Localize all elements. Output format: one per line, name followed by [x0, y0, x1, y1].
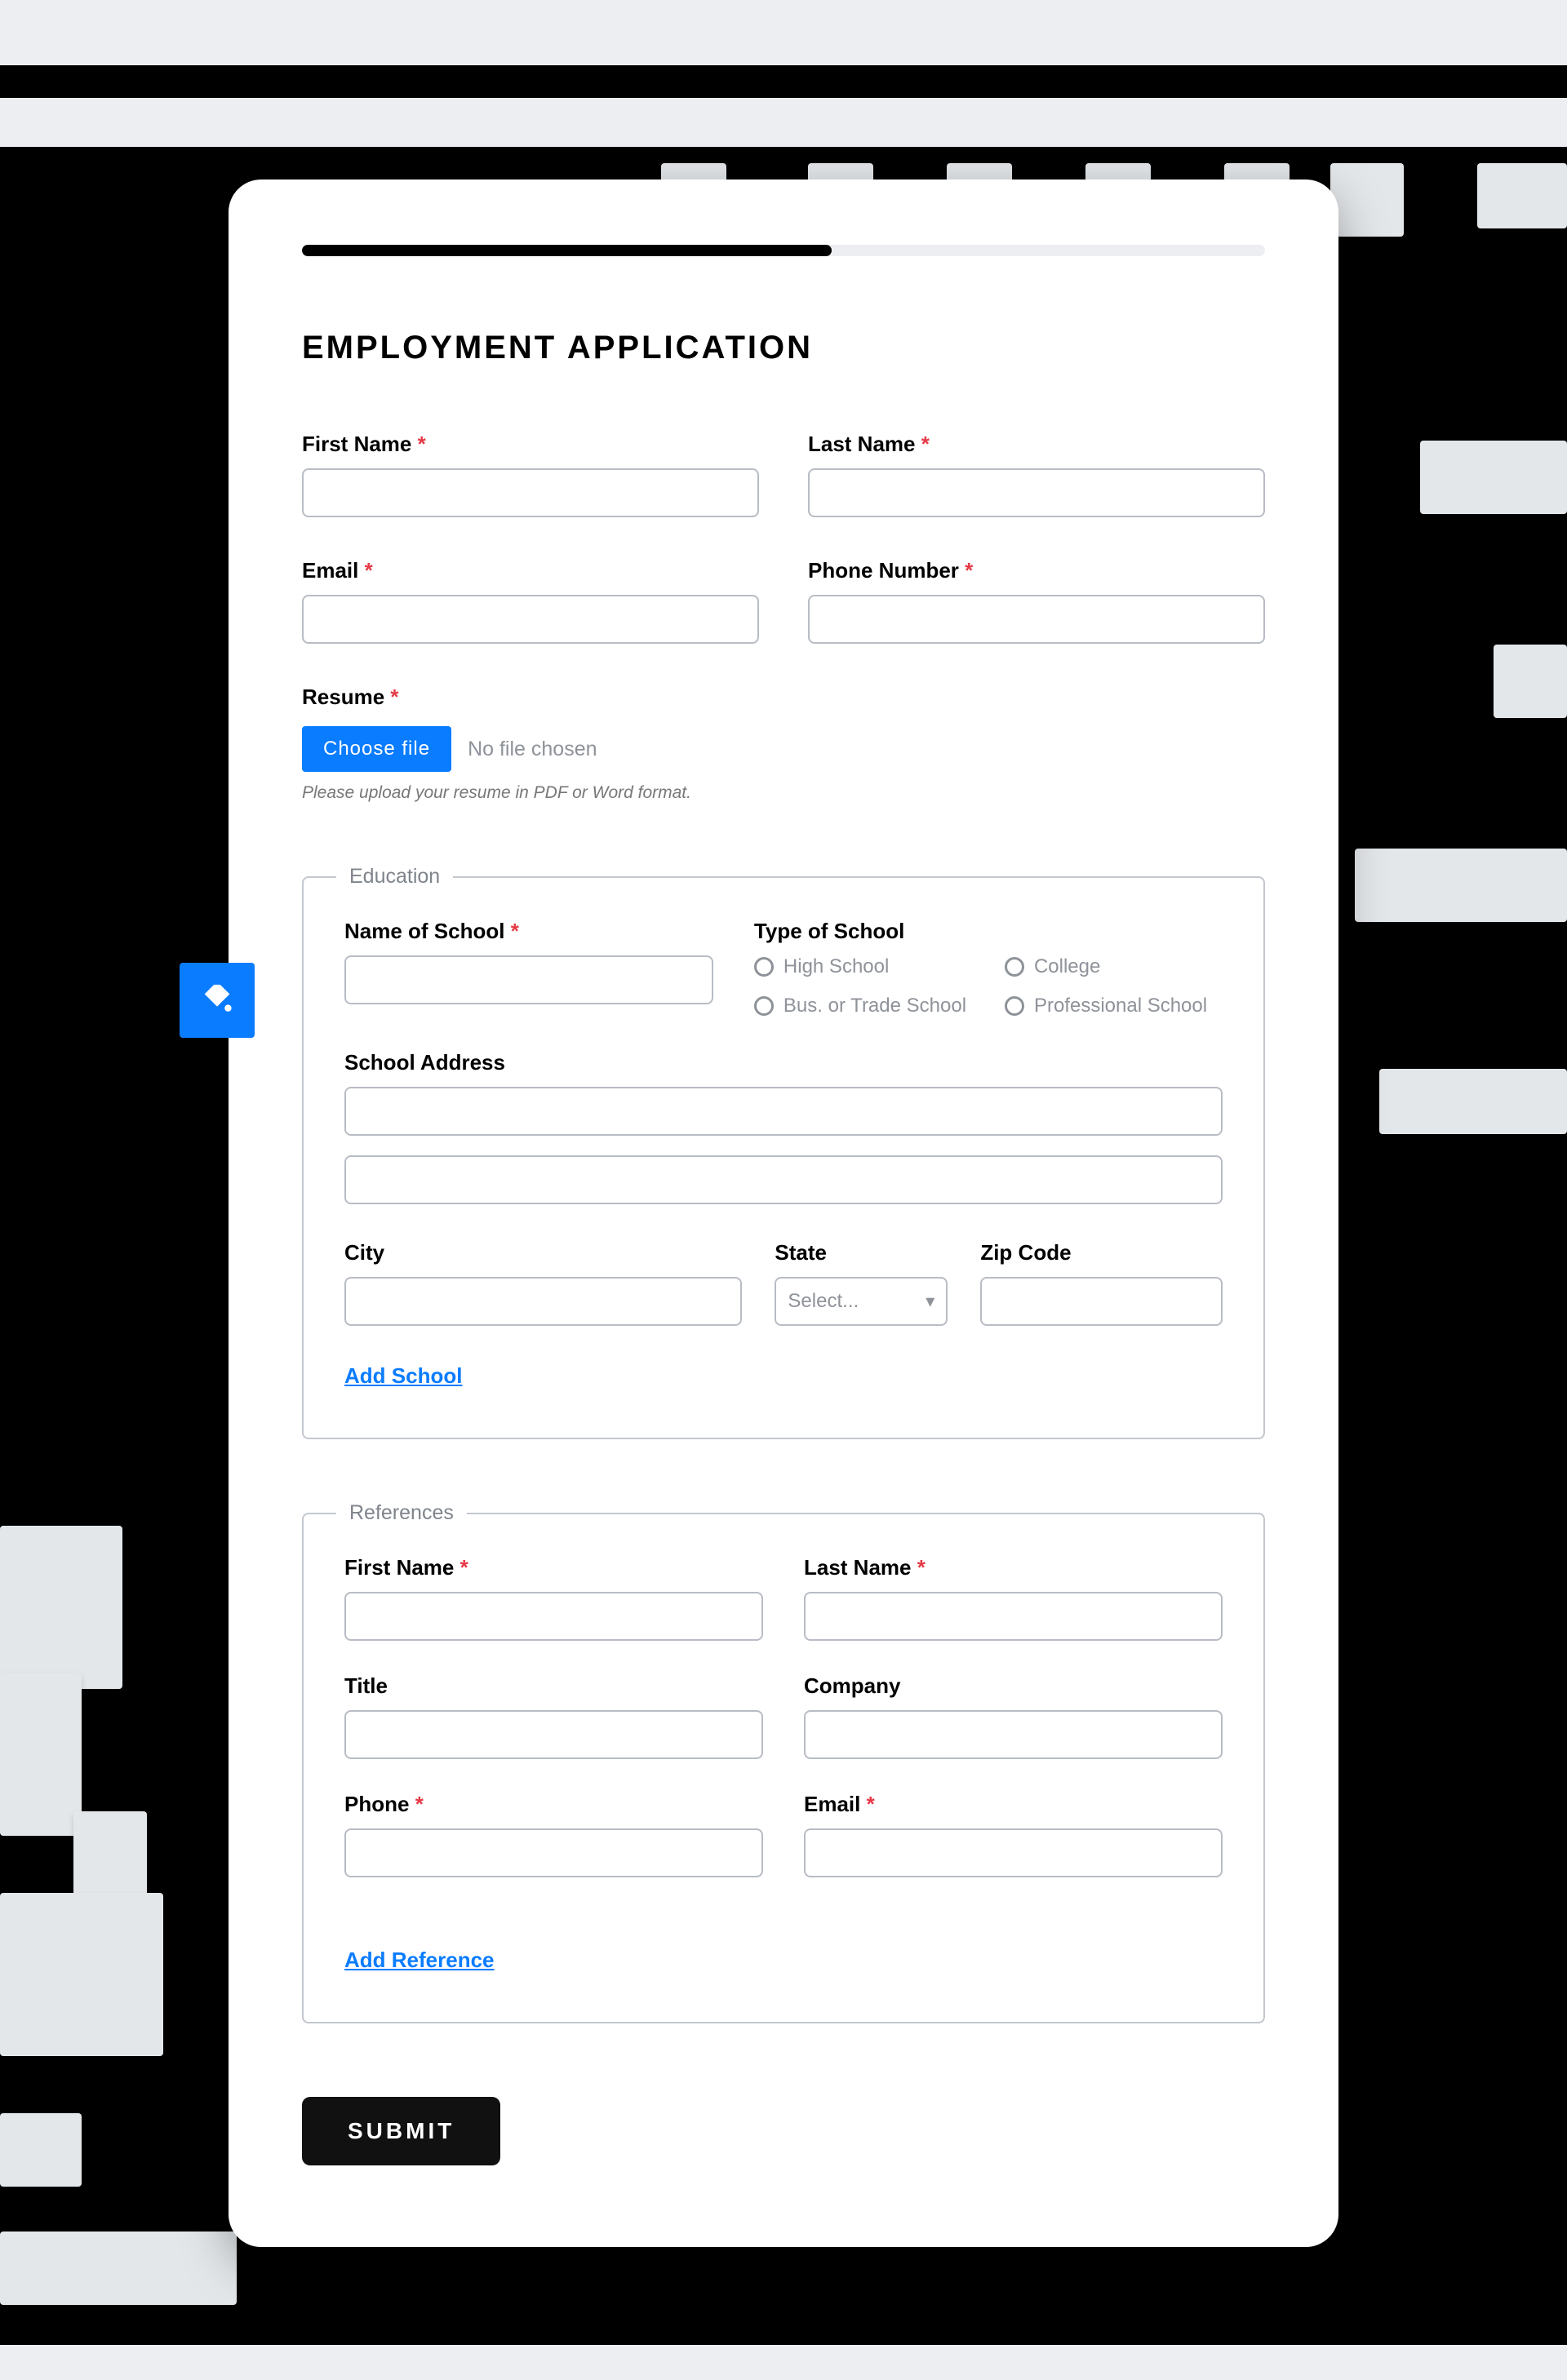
- education-fieldset: Education Name of School * Type of Schoo…: [302, 876, 1265, 1439]
- type-option-highschool[interactable]: High School: [754, 955, 972, 978]
- ref-company-label: Company: [804, 1673, 1223, 1699]
- edit-handle-button[interactable]: [180, 963, 255, 1038]
- chevron-down-icon: ▾: [926, 1291, 934, 1312]
- type-option-trade[interactable]: Bus. or Trade School: [754, 995, 972, 1017]
- bg-tile: [1420, 441, 1567, 514]
- type-option-college[interactable]: College: [1005, 955, 1223, 978]
- bg-tile: [1355, 849, 1567, 922]
- phone-label: Phone Number *: [808, 558, 1265, 583]
- bg-tile: [1477, 163, 1567, 228]
- radio-icon: [754, 996, 774, 1016]
- ref-company-input[interactable]: [804, 1710, 1223, 1759]
- first-name-label: First Name *: [302, 432, 759, 457]
- paint-bucket-icon: [198, 982, 236, 1019]
- references-fieldset: References First Name * Last Name * Titl…: [302, 1513, 1265, 2023]
- radio-icon: [1005, 957, 1024, 977]
- resume-note: Please upload your resume in PDF or Word…: [302, 783, 1265, 803]
- bg-tile: [0, 1673, 82, 1836]
- last-name-input[interactable]: [808, 468, 1265, 517]
- choose-file-button[interactable]: Choose file: [302, 726, 451, 772]
- references-legend: References: [336, 1501, 467, 1525]
- ref-first-name-label: First Name *: [344, 1555, 763, 1580]
- black-band: [0, 65, 1567, 98]
- bg-tile: [0, 1893, 163, 2056]
- zip-input[interactable]: [980, 1277, 1223, 1326]
- ref-last-name-input[interactable]: [804, 1592, 1223, 1641]
- file-status: No file chosen: [468, 738, 597, 761]
- city-input[interactable]: [344, 1277, 742, 1326]
- gray-gap: [0, 98, 1567, 147]
- email-input[interactable]: [302, 595, 759, 644]
- ref-email-label: Email *: [804, 1792, 1223, 1817]
- ref-phone-label: Phone *: [344, 1792, 763, 1817]
- add-school-link[interactable]: Add School: [344, 1363, 462, 1389]
- stage: EMPLOYMENT APPLICATION First Name * Last…: [0, 147, 1567, 2345]
- school-name-label: Name of School *: [344, 919, 713, 944]
- ref-title-input[interactable]: [344, 1710, 763, 1759]
- ref-title-label: Title: [344, 1673, 763, 1699]
- page-title: EMPLOYMENT APPLICATION: [302, 330, 1265, 366]
- bg-tile: [1330, 163, 1404, 237]
- state-select[interactable]: Select... ▾: [775, 1277, 948, 1326]
- zip-label: Zip Code: [980, 1240, 1223, 1265]
- progress-bar: [302, 245, 1265, 256]
- top-strip: [0, 0, 1567, 65]
- school-type-label: Type of School: [754, 919, 1223, 944]
- city-label: City: [344, 1240, 742, 1265]
- ref-phone-input[interactable]: [344, 1828, 763, 1877]
- submit-button[interactable]: SUBMIT: [302, 2097, 500, 2165]
- email-label: Email *: [302, 558, 759, 583]
- ref-first-name-input[interactable]: [344, 1592, 763, 1641]
- add-reference-link[interactable]: Add Reference: [344, 1948, 495, 1973]
- progress-fill: [302, 245, 832, 256]
- ref-email-input[interactable]: [804, 1828, 1223, 1877]
- phone-input[interactable]: [808, 595, 1265, 644]
- radio-icon: [754, 957, 774, 977]
- last-name-label: Last Name *: [808, 432, 1265, 457]
- radio-icon: [1005, 996, 1024, 1016]
- bg-tile: [0, 1526, 122, 1689]
- type-option-pro[interactable]: Professional School: [1005, 995, 1223, 1017]
- bg-tile: [1494, 645, 1567, 718]
- education-legend: Education: [336, 865, 453, 889]
- school-address-label: School Address: [344, 1050, 1223, 1075]
- school-address-1-input[interactable]: [344, 1087, 1223, 1136]
- bg-tile: [1379, 1069, 1567, 1134]
- ref-last-name-label: Last Name *: [804, 1555, 1223, 1580]
- first-name-input[interactable]: [302, 468, 759, 517]
- form-card: EMPLOYMENT APPLICATION First Name * Last…: [229, 179, 1338, 2247]
- school-address-2-input[interactable]: [344, 1155, 1223, 1204]
- school-name-input[interactable]: [344, 955, 713, 1004]
- state-label: State: [775, 1240, 948, 1265]
- resume-label: Resume *: [302, 685, 1265, 710]
- bg-tile: [0, 2113, 82, 2187]
- bg-tile: [0, 2232, 237, 2305]
- state-placeholder: Select...: [788, 1290, 859, 1313]
